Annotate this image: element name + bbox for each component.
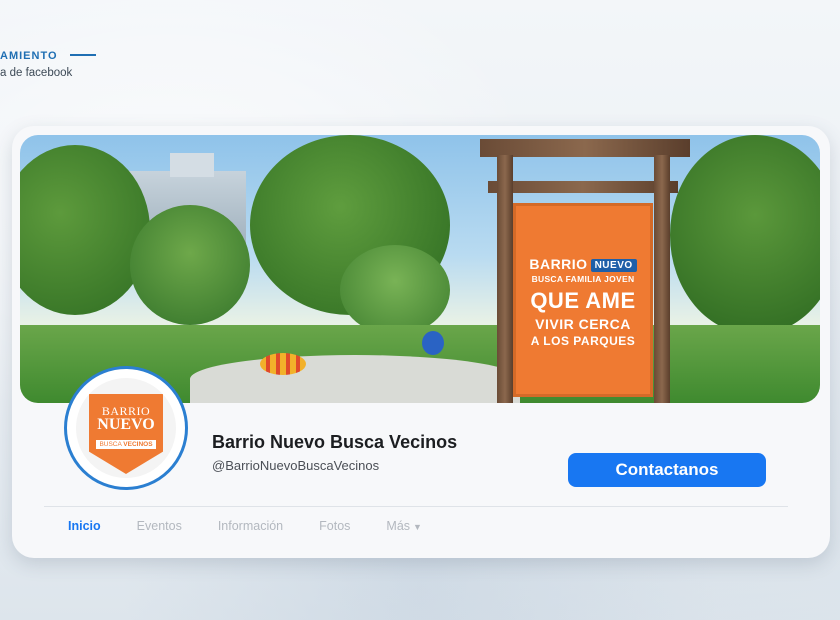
- tab-eventos[interactable]: Eventos: [137, 519, 182, 533]
- tab-fotos[interactable]: Fotos: [319, 519, 350, 533]
- section-header-tag: AMIENTO: [0, 50, 58, 62]
- tree: [130, 205, 250, 325]
- spring-rider-blue: [422, 331, 444, 355]
- page-handle: @BarrioNuevoBuscaVecinos: [212, 458, 380, 473]
- page-title: Barrio Nuevo Busca Vecinos: [212, 432, 458, 452]
- spring-rider-yellow: [260, 353, 306, 375]
- tab-mas-label: Más: [386, 519, 411, 533]
- tree: [340, 245, 450, 335]
- section-header: AMIENTO a de facebook: [0, 46, 96, 79]
- sign-cross-beam: [488, 181, 678, 193]
- avatar-image: BARRIO NUEVO BUSCA VECINOS: [76, 378, 176, 478]
- sign-line-1: BARRIO NUEVO: [516, 256, 650, 272]
- chevron-down-icon: ▼: [413, 522, 422, 532]
- logo-line-2: NUEVO: [97, 416, 155, 433]
- sign-right-post: [654, 155, 670, 403]
- path: [190, 355, 520, 403]
- tab-inicio[interactable]: Inicio: [68, 519, 101, 533]
- brand-logo: BARRIO NUEVO BUSCA VECINOS: [89, 394, 163, 474]
- logo-line-3: BUSCA VECINOS: [96, 440, 156, 449]
- sign-line-5: A LOS PARQUES: [530, 334, 636, 348]
- sign-line-2: BUSCA FAMILIA JOVEN: [531, 274, 635, 284]
- sign-board: BARRIO NUEVO BUSCA FAMILIA JOVEN QUE AME …: [513, 203, 653, 397]
- tab-informacion[interactable]: Información: [218, 519, 283, 533]
- building-top: [170, 153, 214, 177]
- header-rule: [69, 53, 96, 56]
- tree: [670, 135, 820, 335]
- tabs-divider: [44, 506, 788, 507]
- profile-avatar[interactable]: BARRIO NUEVO BUSCA VECINOS: [64, 366, 188, 490]
- page-tabs: Inicio Eventos Información Fotos Más ▼: [68, 519, 458, 533]
- cover-photo[interactable]: BARRIO NUEVO BUSCA FAMILIA JOVEN QUE AME …: [20, 135, 820, 403]
- sign-line-3: QUE AME: [530, 288, 636, 313]
- contact-button[interactable]: Contactanos: [568, 453, 766, 487]
- tab-mas[interactable]: Más ▼: [386, 519, 422, 533]
- sign-line-4: VIVIR CERCA: [535, 316, 631, 332]
- sign-badge: NUEVO: [590, 258, 637, 272]
- section-header-subtitle: a de facebook: [0, 67, 73, 79]
- sign-left-post: [497, 155, 513, 403]
